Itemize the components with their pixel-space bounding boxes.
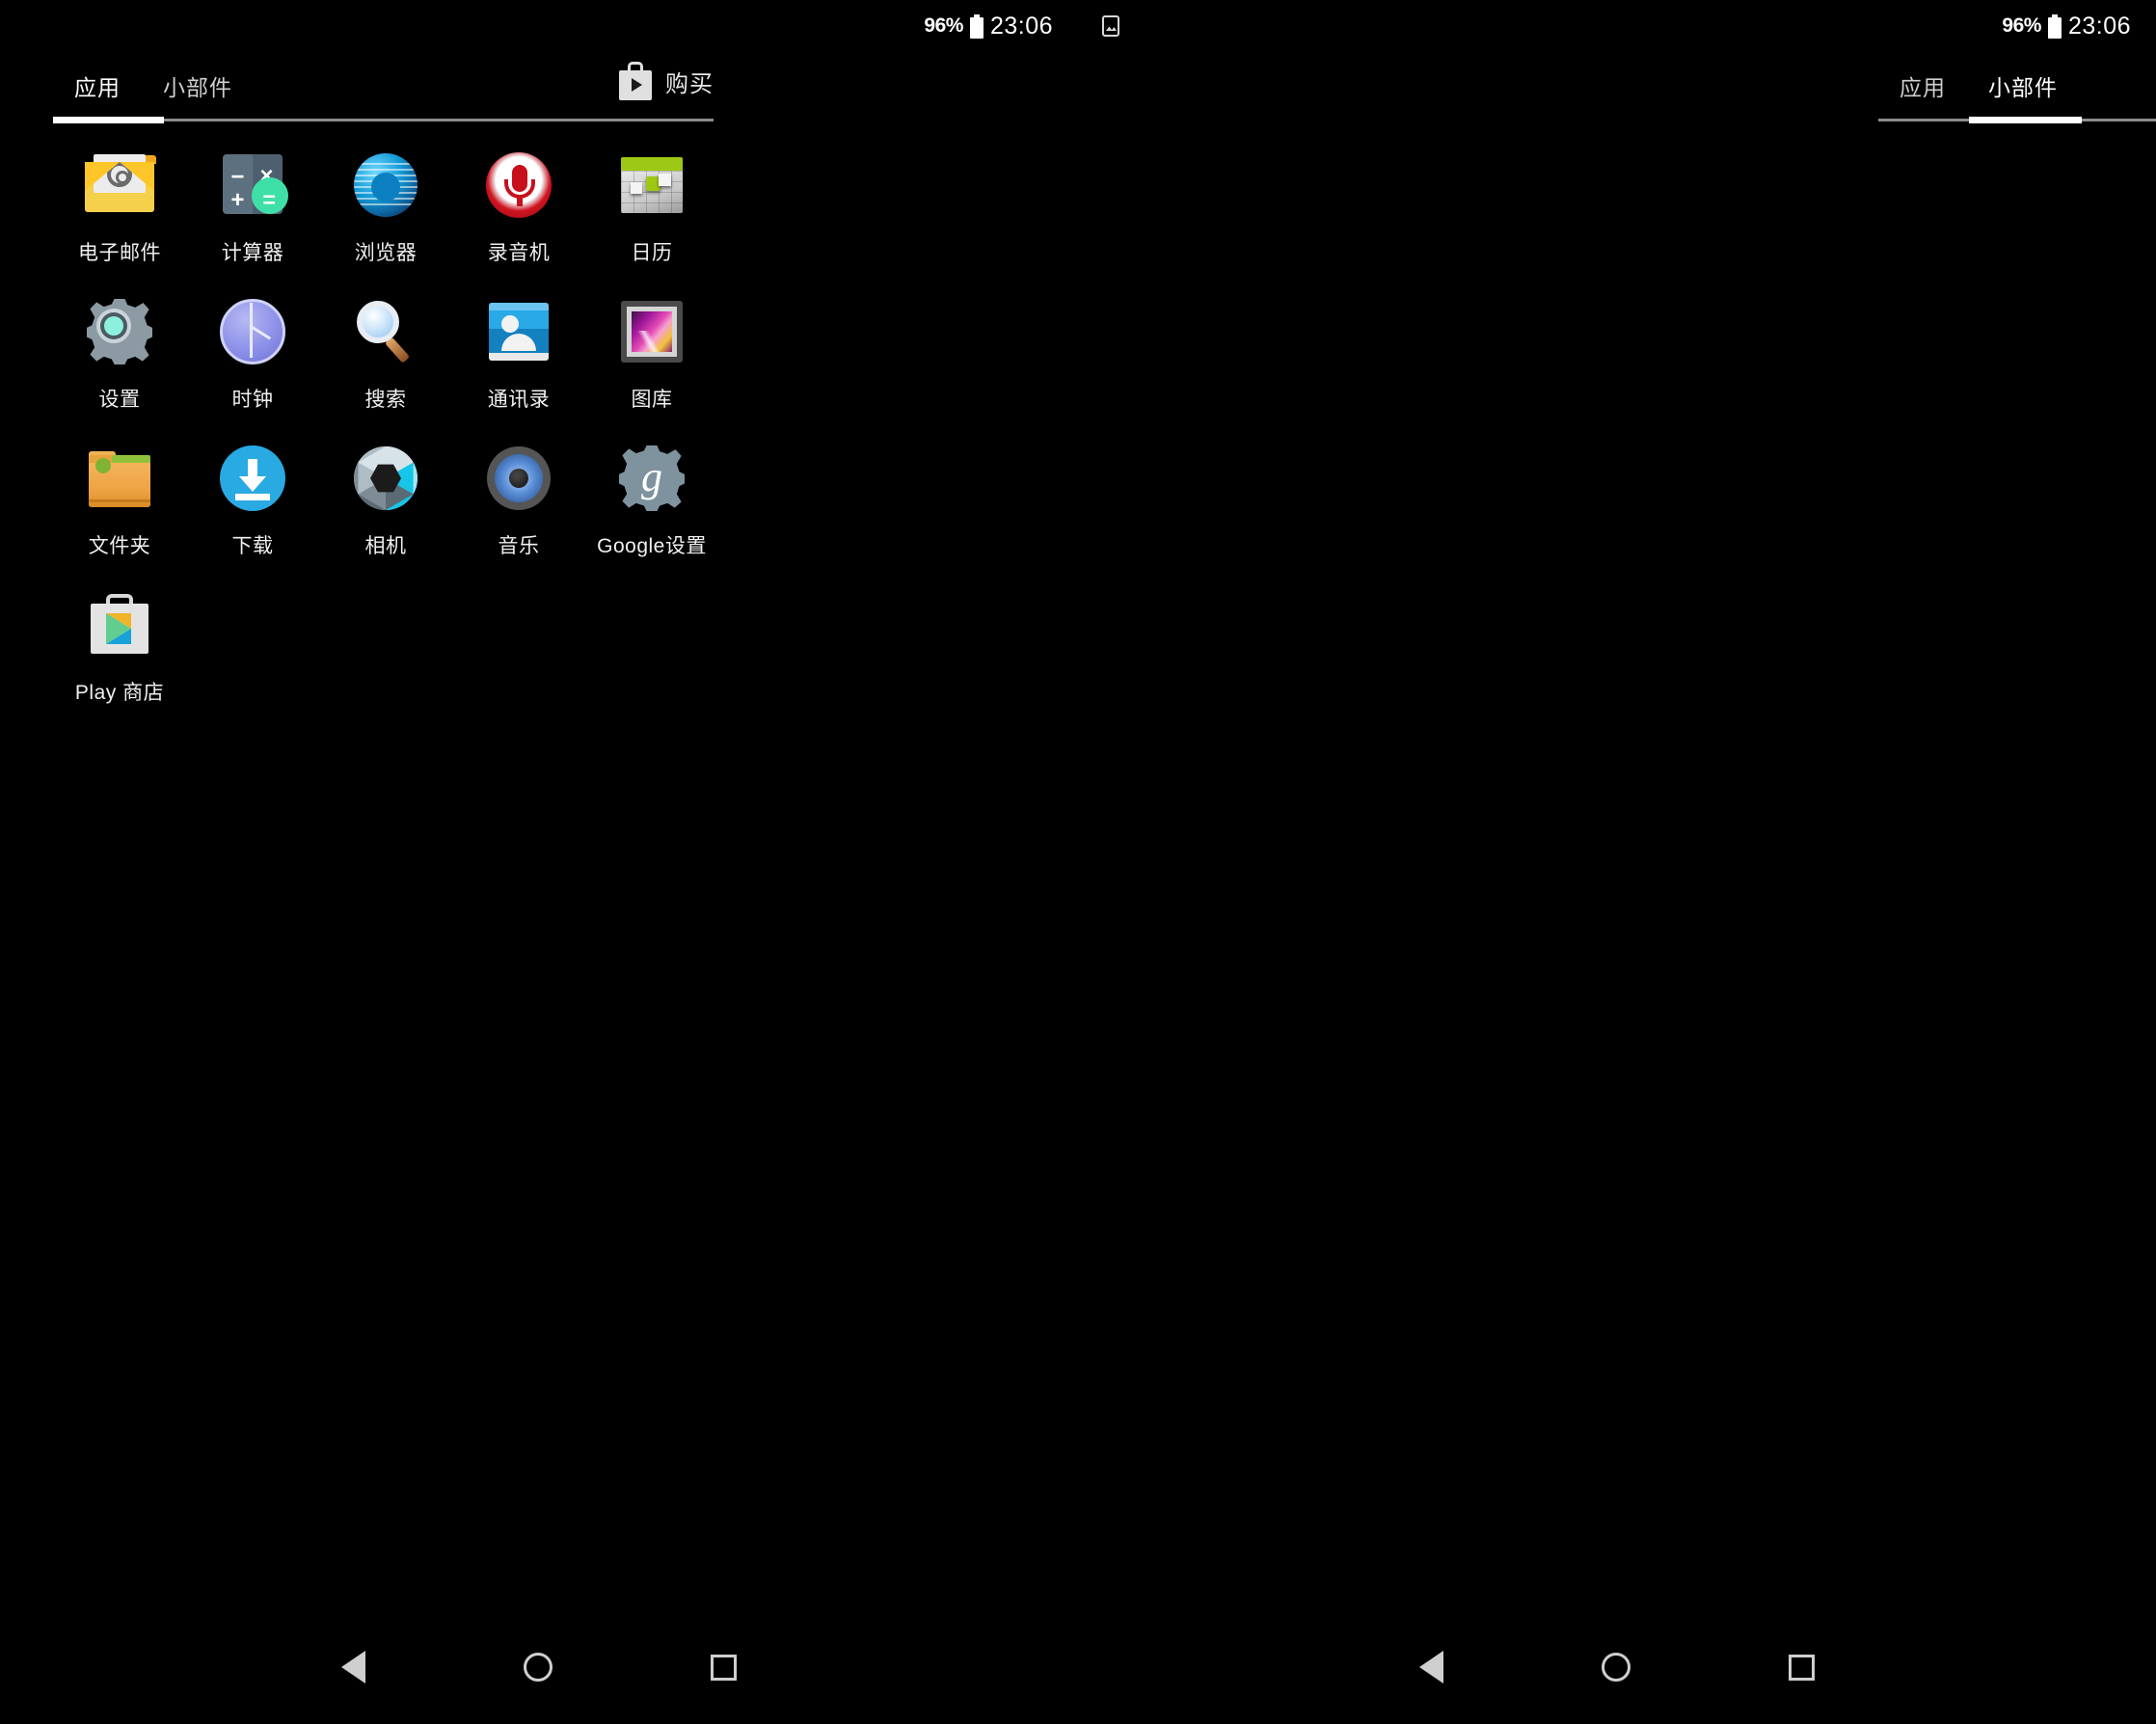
tab-underline-left xyxy=(53,119,714,121)
tab-widgets-right[interactable]: 小部件 xyxy=(1967,66,2079,110)
recents-icon[interactable] xyxy=(1789,1655,1815,1681)
app-item-sound-recorder[interactable]: 录音机 xyxy=(452,137,585,266)
tab-widgets-left[interactable]: 小部件 xyxy=(142,66,254,110)
calculator-icon: −×+= xyxy=(214,147,291,224)
calendar-icon xyxy=(613,147,690,224)
tab-list-right: 应用 小部件 xyxy=(1878,66,2156,110)
app-label: Play 商店 xyxy=(75,677,164,706)
battery-icon xyxy=(970,14,984,39)
buy-button-left[interactable]: 购买 xyxy=(619,62,714,100)
app-item-calculator[interactable]: −×+= 计算器 xyxy=(186,137,319,266)
sound-recorder-icon xyxy=(480,147,557,224)
recents-icon[interactable] xyxy=(711,1655,737,1681)
app-item-calendar[interactable]: 日历 xyxy=(585,137,718,266)
contacts-icon xyxy=(480,293,557,370)
status-indicators-right: 96% 23:06 xyxy=(2002,0,2131,52)
tab-underline-right xyxy=(1878,119,2156,121)
clock-icon xyxy=(214,293,291,370)
search-icon xyxy=(347,293,424,370)
app-label: 时钟 xyxy=(232,384,274,413)
app-item-google-settings[interactable]: g Google设置 xyxy=(585,430,718,559)
app-item-camera[interactable]: 相机 xyxy=(319,430,452,559)
tab-bar-right: 应用 小部件 购买 xyxy=(1878,66,2156,125)
play-store-bag-icon xyxy=(619,62,652,100)
app-label: 相机 xyxy=(365,530,407,559)
app-label: 计算器 xyxy=(222,237,284,266)
settings-icon xyxy=(81,293,158,370)
app-item-settings[interactable]: 设置 xyxy=(53,283,186,413)
left-panel-apps-screen: 96% 23:06 应用 小部件 购买 电子邮件 −×+= 计算 xyxy=(0,0,1078,1724)
status-clock-label: 23:06 xyxy=(2068,13,2131,40)
app-item-contacts[interactable]: 通讯录 xyxy=(452,283,585,413)
home-icon[interactable] xyxy=(1602,1653,1630,1682)
app-item-play-store[interactable]: Play 商店 xyxy=(53,577,186,706)
screenshot-icon xyxy=(1099,14,1122,38)
status-bar-left: 96% 23:06 xyxy=(0,0,1078,52)
status-bar-right: 96% 23:06 xyxy=(1078,0,2156,52)
app-label: 搜索 xyxy=(365,384,407,413)
downloads-icon xyxy=(214,440,291,517)
app-label: 录音机 xyxy=(488,237,551,266)
app-label: 通讯录 xyxy=(488,384,551,413)
music-icon xyxy=(480,440,557,517)
app-label: 电子邮件 xyxy=(78,237,161,266)
apps-grid: 电子邮件 −×+= 计算器 浏览器 录音机 日历 xyxy=(53,137,718,706)
app-label: 浏览器 xyxy=(355,237,418,266)
play-store-icon xyxy=(81,586,158,663)
status-clock-label: 23:06 xyxy=(990,13,1053,40)
app-item-search[interactable]: 搜索 xyxy=(319,283,452,413)
app-item-downloads[interactable]: 下载 xyxy=(186,430,319,559)
app-label: 下载 xyxy=(232,530,274,559)
app-item-gallery[interactable]: 图库 xyxy=(585,283,718,413)
app-label: Google设置 xyxy=(597,530,707,559)
camera-icon xyxy=(347,440,424,517)
file-manager-icon xyxy=(81,440,158,517)
tab-bar-left: 应用 小部件 购买 xyxy=(53,66,714,125)
status-indicators-left: 96% 23:06 xyxy=(924,0,1053,52)
app-item-browser[interactable]: 浏览器 xyxy=(319,137,452,266)
tab-active-indicator-right xyxy=(1969,117,2082,123)
battery-percent-label: 96% xyxy=(2002,14,2041,38)
gallery-icon xyxy=(613,293,690,370)
navigation-bar-left xyxy=(0,1610,1078,1724)
app-label: 文件夹 xyxy=(89,530,151,559)
app-item-email[interactable]: 电子邮件 xyxy=(53,137,186,266)
browser-icon xyxy=(347,147,424,224)
battery-percent-label: 96% xyxy=(924,14,963,38)
app-item-clock[interactable]: 时钟 xyxy=(186,283,319,413)
app-label: 音乐 xyxy=(499,530,540,559)
app-label: 日历 xyxy=(632,237,673,266)
tab-apps-left[interactable]: 应用 xyxy=(53,66,142,110)
battery-icon xyxy=(2048,14,2062,39)
back-icon[interactable] xyxy=(1419,1651,1443,1684)
email-icon xyxy=(81,147,158,224)
app-label: 设置 xyxy=(99,384,141,413)
buy-label-left: 购买 xyxy=(665,65,714,98)
back-icon[interactable] xyxy=(341,1651,365,1684)
tab-active-indicator-left xyxy=(53,117,164,123)
tab-list-left: 应用 小部件 xyxy=(53,66,714,110)
app-item-file-manager[interactable]: 文件夹 xyxy=(53,430,186,559)
navigation-bar-right xyxy=(1078,1610,2156,1724)
right-panel-widgets-screen: 96% 23:06 应用 小部件 购买 "电子邮件" xyxy=(1078,0,2156,1724)
tab-apps-right[interactable]: 应用 xyxy=(1878,66,1967,110)
app-item-music[interactable]: 音乐 xyxy=(452,430,585,559)
app-label: 图库 xyxy=(632,384,673,413)
google-settings-icon: g xyxy=(613,440,690,517)
home-icon[interactable] xyxy=(524,1653,552,1682)
